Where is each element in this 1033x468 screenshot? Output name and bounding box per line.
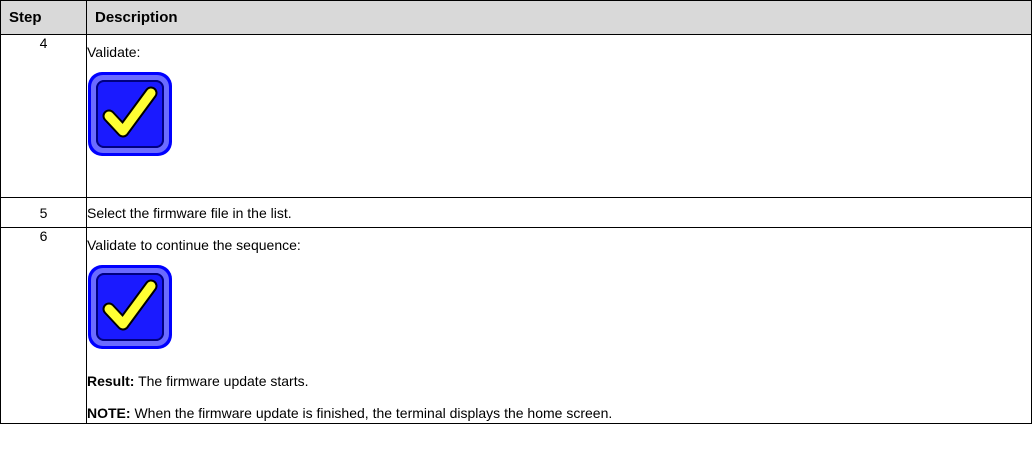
step-number: 6 — [0, 227, 87, 424]
step-number: 5 — [0, 197, 87, 228]
result-text: The firmware update starts. — [134, 373, 309, 389]
description-column-header: Description — [86, 0, 1032, 35]
step-instruction: Validate to continue the sequence: — [87, 237, 301, 253]
table-row: 4 Validate: — [0, 34, 1032, 198]
note-line: NOTE: When the firmware update is finish… — [87, 404, 1031, 422]
step-description: Select the firmware file in the list. — [86, 197, 1032, 228]
steps-table: Step Description 4 Validate: 5 Select th… — [0, 0, 1032, 424]
note-text: When the firmware update is finished, th… — [130, 405, 613, 421]
table-header-row: Step Description — [0, 0, 1032, 35]
result-line: Result: The firmware update starts. — [87, 372, 1031, 390]
step-column-header: Step — [0, 0, 87, 35]
step-instruction: Validate: — [87, 44, 141, 60]
validate-checkmark-icon — [87, 71, 173, 157]
result-label: Result: — [87, 373, 135, 389]
step-description: Validate to continue the sequence: Resul… — [86, 227, 1032, 424]
note-label: NOTE: — [87, 405, 131, 421]
table-row: 5 Select the firmware file in the list. — [0, 197, 1032, 228]
step-number: 4 — [0, 34, 87, 198]
validate-checkmark-icon — [87, 264, 173, 350]
table-row: 6 Validate to continue the sequence: Res… — [0, 227, 1032, 424]
step-description: Validate: — [86, 34, 1032, 198]
